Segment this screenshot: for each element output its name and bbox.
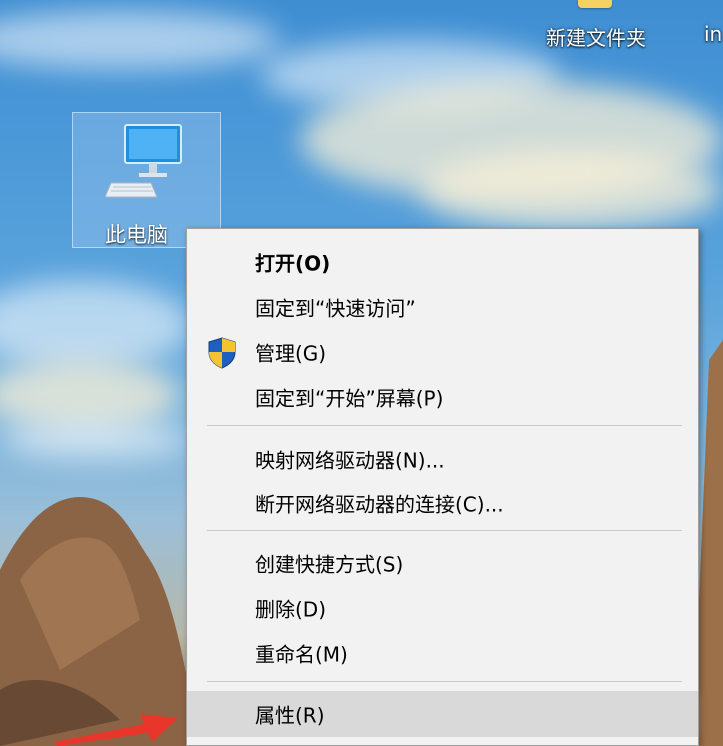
cloud [0, 280, 190, 370]
menu-item-label: 属性(R) [255, 703, 325, 728]
rock-formation-right [695, 340, 723, 746]
menu-item-open[interactable]: 打开(O) [187, 240, 698, 284]
annotation-arrow-icon [54, 714, 178, 746]
menu-separator [207, 530, 682, 531]
menu-item-manage[interactable]: 管理(G) [187, 330, 698, 374]
uac-shield-icon [208, 337, 236, 369]
menu-item-pin-quick-access[interactable]: 固定到“快速访问” [187, 285, 698, 329]
menu-item-label: 重命名(M) [255, 642, 348, 667]
menu-item-label: 断开网络驱动器的连接(C)... [255, 492, 504, 517]
desktop-icon-label: 新建文件夹 [546, 26, 646, 50]
menu-separator [207, 425, 682, 426]
menu-item-label: 创建快捷方式(S) [255, 552, 404, 577]
context-menu: 打开(O) 固定到“快速访问” 管理(G) 固定到“开始”屏幕(P) 映射网络驱… [186, 228, 699, 746]
menu-item-create-shortcut[interactable]: 创建快捷方式(S) [187, 541, 698, 585]
menu-item-label: 映射网络驱动器(N)... [255, 448, 445, 473]
menu-item-label: 打开(O) [255, 251, 331, 276]
cloud [0, 420, 190, 460]
cloud [420, 150, 723, 230]
menu-item-rename[interactable]: 重命名(M) [187, 631, 698, 675]
menu-item-properties[interactable]: 属性(R) [187, 691, 698, 737]
menu-item-label: 删除(D) [255, 597, 327, 622]
desktop-icon-new-folder[interactable]: 新建文件夹 [540, 0, 680, 56]
menu-item-label: 管理(G) [255, 341, 327, 366]
menu-item-map-network-drive[interactable]: 映射网络驱动器(N)... [187, 437, 698, 481]
desktop-icon-partial[interactable]: in [700, 0, 723, 56]
menu-item-delete[interactable]: 删除(D) [187, 586, 698, 630]
menu-item-label: 固定到“开始”屏幕(P) [255, 386, 444, 411]
menu-item-label: 固定到“快速访问” [255, 296, 416, 321]
menu-item-disconnect-network-drive[interactable]: 断开网络驱动器的连接(C)... [187, 481, 698, 525]
menu-item-pin-start[interactable]: 固定到“开始”屏幕(P) [187, 375, 698, 419]
desktop-icon-label: in [704, 22, 723, 46]
this-pc-monitor-icon [105, 124, 182, 198]
desktop-background: 新建文件夹 in 此电脑 打开(O) 固定到“快速访问” 管理(G) 固定到“开… [0, 0, 723, 746]
cloud [0, 10, 280, 70]
menu-separator [207, 681, 682, 682]
